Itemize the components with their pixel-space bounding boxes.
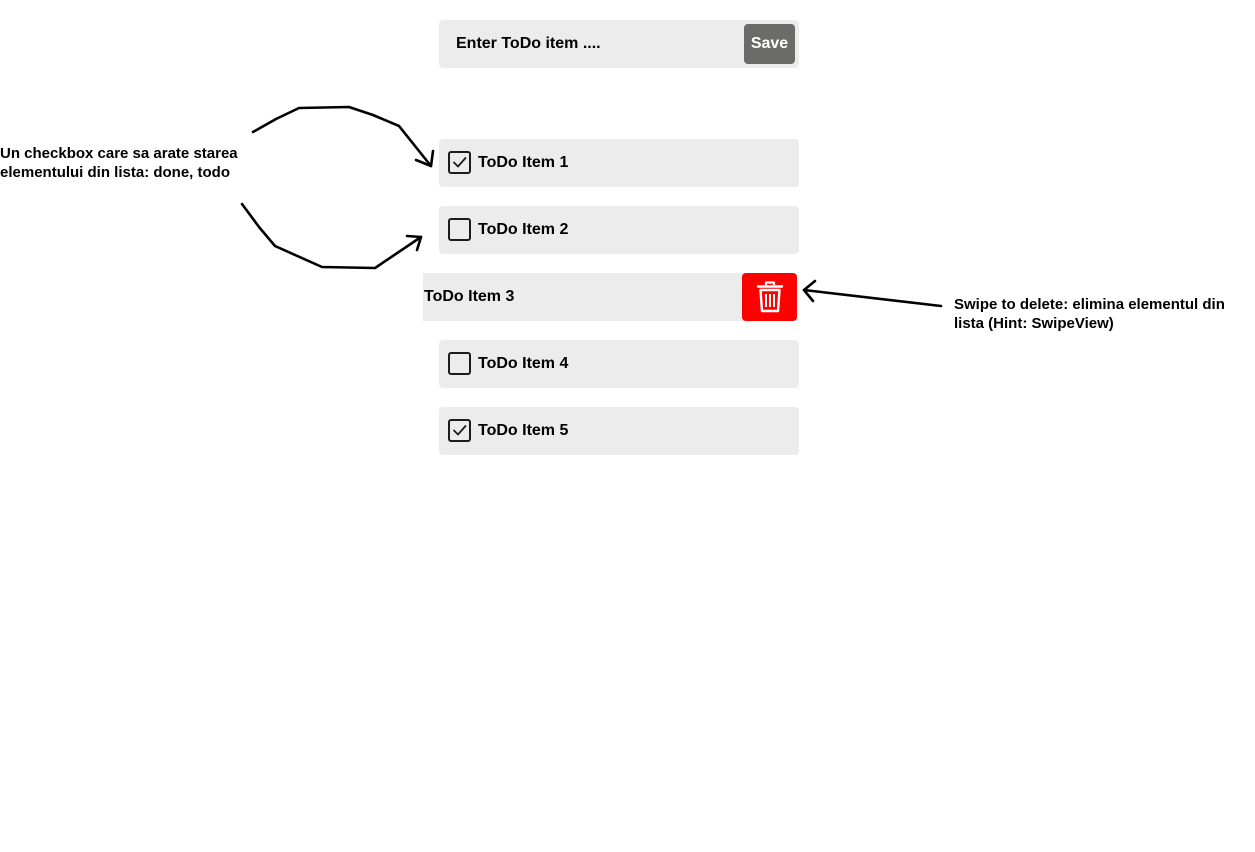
- annotation-arrows: [240, 105, 943, 308]
- arrow-to-checkbox-2: [240, 202, 423, 270]
- arrow-to-delete-button: [802, 279, 943, 308]
- arrow-to-checkbox-1: [251, 105, 435, 168]
